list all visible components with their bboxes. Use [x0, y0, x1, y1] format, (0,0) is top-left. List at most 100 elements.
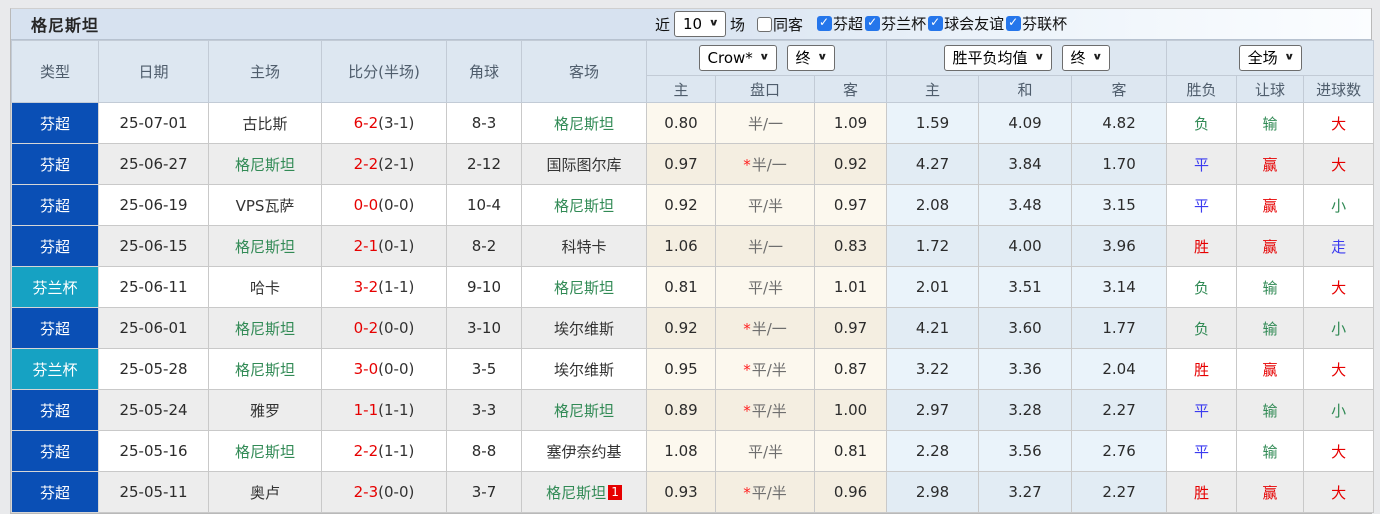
- avg-draw-cell: 3.27: [978, 471, 1073, 513]
- sub-header-avg-home: 主: [886, 75, 980, 103]
- odds-away-cell: 0.83: [813, 225, 888, 267]
- away-team-cell: 国际图尔库: [521, 143, 647, 185]
- away-team-name: 埃尔维斯: [553, 360, 614, 379]
- goals-result-cell: 大: [1303, 471, 1375, 513]
- handicap-result-cell: 赢: [1236, 143, 1305, 185]
- outcome-cell: 平: [1166, 184, 1238, 226]
- avg-draw-cell: 4.09: [978, 102, 1073, 144]
- odds-time-select[interactable]: 终: [786, 45, 835, 71]
- odds-home-cell: 0.92: [646, 307, 716, 349]
- avg-win-cell: 4.27: [886, 143, 980, 185]
- outcome-cell: 负: [1166, 102, 1238, 144]
- handicap-change-mark: *: [743, 360, 751, 379]
- corners-cell: 3-10: [446, 307, 522, 349]
- score-cell: 2-3(0-0): [321, 471, 447, 513]
- league-type-cell: 芬兰杯: [11, 348, 99, 390]
- recent-count-select[interactable]: 10: [674, 11, 727, 37]
- handicap-result-cell: 赢: [1236, 184, 1305, 226]
- fulltime-score: 2-2: [353, 155, 379, 173]
- sub-header-goals: 进球数: [1303, 75, 1375, 103]
- league-checkbox[interactable]: [865, 14, 881, 31]
- away-team-cell: 埃尔维斯: [521, 348, 647, 390]
- avg-win-cell: 1.59: [886, 102, 980, 144]
- avg-lose-cell: 3.14: [1071, 266, 1168, 308]
- handicap-text: 半/一: [747, 114, 784, 133]
- handicap-change-mark: *: [743, 401, 751, 420]
- scope-select[interactable]: 全场: [1238, 45, 1302, 71]
- fulltime-score: 2-3: [353, 483, 379, 501]
- halftime-score: (0-0): [378, 360, 415, 378]
- goals-result-cell: 小: [1303, 307, 1375, 349]
- avg-type-select[interactable]: 胜平负均值: [943, 45, 1052, 71]
- handicap-result-cell: 输: [1236, 307, 1305, 349]
- outcome-cell: 胜: [1166, 348, 1238, 390]
- handicap-result-cell: 赢: [1236, 471, 1305, 513]
- avg-lose-cell: 1.77: [1071, 307, 1168, 349]
- avg-draw-cell: 4.00: [978, 225, 1073, 267]
- handicap-result-cell: 赢: [1236, 225, 1305, 267]
- fulltime-score: 3-2: [353, 278, 379, 296]
- outcome-cell: 平: [1166, 143, 1238, 185]
- handicap-result-cell: 输: [1236, 266, 1305, 308]
- league-filter: 球会友谊: [928, 13, 1004, 34]
- halftime-score: (1-1): [378, 401, 415, 419]
- sub-header-avg-away: 客: [1071, 75, 1168, 103]
- same-away-checkbox[interactable]: [757, 16, 773, 32]
- odds-away-cell: 0.81: [813, 430, 888, 472]
- avg-lose-cell: 2.27: [1071, 471, 1168, 513]
- sub-header-outcome: 胜负: [1166, 75, 1238, 103]
- odds-company-select-wrap: Crow*: [698, 45, 777, 71]
- league-checkbox[interactable]: [928, 14, 944, 31]
- date-cell: 25-06-11: [98, 266, 209, 308]
- avg-draw-cell: 3.84: [978, 143, 1073, 185]
- title-bar: 格尼斯坦 近 10 场 同客 芬超芬兰杯球会友谊芬联杯: [11, 9, 1371, 40]
- avg-time-select-wrap: 终: [1061, 45, 1110, 71]
- away-team-name: 格尼斯坦: [553, 401, 614, 420]
- corners-cell: 2-12: [446, 143, 522, 185]
- halftime-score: (2-1): [378, 155, 415, 173]
- avg-time-select[interactable]: 终: [1061, 45, 1110, 71]
- sub-header-odds-home: 主: [646, 75, 716, 103]
- score-cell: 2-2(2-1): [321, 143, 447, 185]
- date-cell: 25-05-28: [98, 348, 209, 390]
- league-filter: 芬超: [817, 13, 863, 34]
- league-checkbox[interactable]: [1006, 14, 1022, 31]
- home-team-cell: 格尼斯坦: [208, 430, 322, 472]
- same-away-filter: 同客: [757, 14, 807, 35]
- away-team-name: 科特卡: [561, 237, 607, 256]
- outcome-cell: 负: [1166, 307, 1238, 349]
- sub-header-handicap-result: 让球: [1236, 75, 1305, 103]
- score-cell: 3-2(1-1): [321, 266, 447, 308]
- home-team-cell: 雅罗: [208, 389, 322, 431]
- halftime-score: (0-0): [378, 319, 415, 337]
- odds-select-group: Crow* 终: [645, 40, 888, 76]
- goals-result-cell: 走: [1303, 225, 1375, 267]
- date-cell: 25-05-24: [98, 389, 209, 431]
- avg-draw-cell: 3.36: [978, 348, 1073, 390]
- fulltime-score: 2-1: [353, 237, 379, 255]
- match-row: 芬超 25-05-11 奥卢 2-3(0-0) 3-7 格尼斯坦 1 0.93 *平/半 0.96…: [11, 471, 1375, 513]
- score-cell: 2-1(0-1): [321, 225, 447, 267]
- home-team-cell: 哈卡: [208, 266, 322, 308]
- odds-away-cell: 1.01: [813, 266, 888, 308]
- handicap-text: 半/一: [751, 155, 787, 174]
- away-team-cell: 格尼斯坦: [521, 184, 647, 226]
- avg-lose-cell: 3.96: [1071, 225, 1168, 267]
- avg-lose-cell: 3.15: [1071, 184, 1168, 226]
- odds-company-select[interactable]: Crow*: [698, 45, 777, 71]
- goals-result-cell: 大: [1303, 348, 1375, 390]
- score-cell: 2-2(1-1): [321, 430, 447, 472]
- scope-select-wrap: 全场: [1238, 45, 1302, 71]
- avg-win-cell: 2.97: [886, 389, 980, 431]
- home-team-cell: 古比斯: [208, 102, 322, 144]
- odds-home-cell: 0.80: [646, 102, 716, 144]
- halftime-score: (0-0): [378, 483, 415, 501]
- odds-away-cell: 0.87: [813, 348, 888, 390]
- goals-result-cell: 小: [1303, 389, 1375, 431]
- corners-cell: 8-8: [446, 430, 522, 472]
- corners-cell: 10-4: [446, 184, 522, 226]
- odds-home-cell: 1.08: [646, 430, 716, 472]
- league-type-cell: 芬超: [11, 225, 99, 267]
- halftime-score: (0-0): [378, 196, 415, 214]
- league-checkbox[interactable]: [817, 14, 833, 31]
